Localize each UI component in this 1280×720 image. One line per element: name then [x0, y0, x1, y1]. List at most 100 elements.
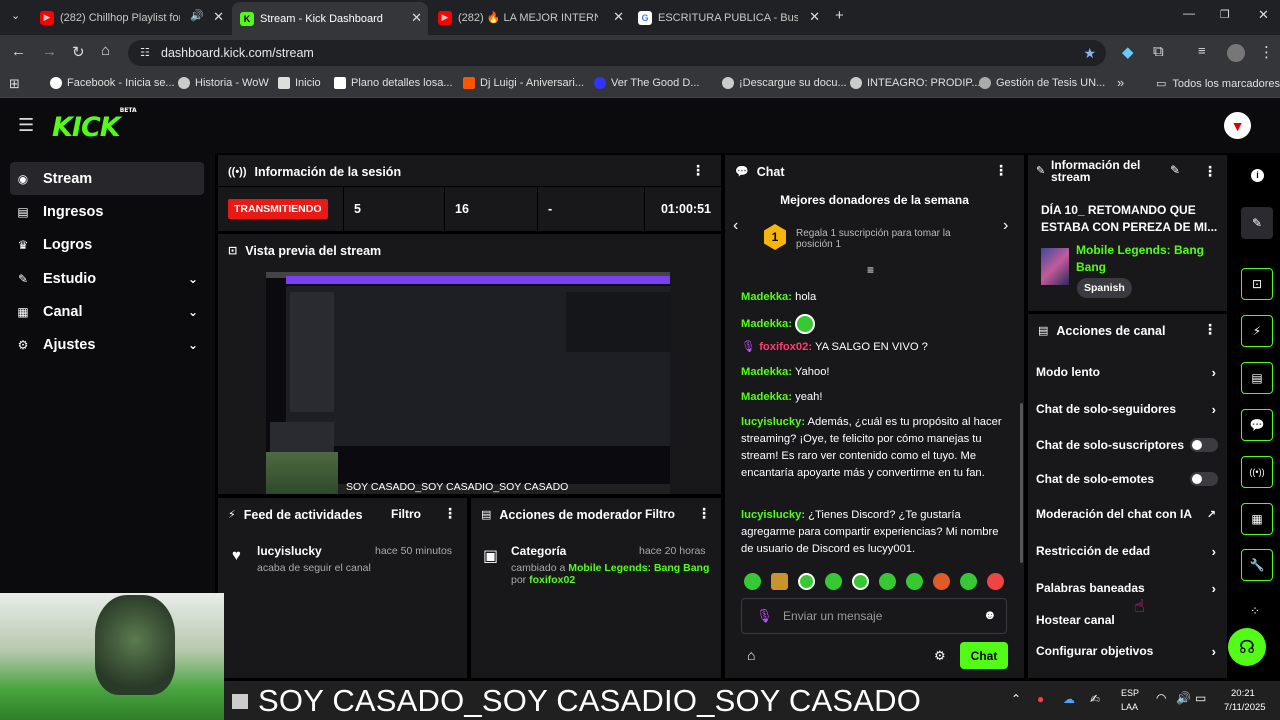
moderator-user-link[interactable]: foxifox02: [529, 574, 575, 586]
chat-menu-icon[interactable]: ⋮: [994, 162, 1008, 179]
start-icon[interactable]: [232, 694, 248, 709]
chevron-left-icon[interactable]: ‹: [733, 217, 738, 235]
emote-icon[interactable]: [960, 573, 977, 590]
back-icon[interactable]: ←: [11, 43, 26, 60]
browser-tab-3[interactable]: ▶ (282) 🔥 LA MEJOR INTERNACI ✕: [430, 4, 630, 31]
sidebar-item-ajustes[interactable]: ⚙ Ajustes ⌄: [10, 328, 204, 361]
site-info-icon[interactable]: ☷: [140, 40, 150, 66]
emotes-only-toggle[interactable]: [1190, 472, 1218, 486]
chat-input[interactable]: 🎙 Enviar un mensaje ☻: [741, 598, 1007, 634]
sidebar-item-ingresos[interactable]: ▤ Ingresos: [10, 195, 204, 228]
emote-icon[interactable]: [744, 573, 761, 590]
kick-logo[interactable]: KICKBETA: [52, 107, 137, 143]
rail-edit-button[interactable]: ✎: [1241, 207, 1273, 239]
sidebar-item-logros[interactable]: ♛ Logros: [10, 228, 204, 261]
emote-icon[interactable]: [798, 573, 815, 590]
action-host-channel[interactable]: Hostear canal: [1036, 610, 1222, 630]
action-ai-moderation[interactable]: Moderación del chat con IA ↗: [1036, 504, 1222, 524]
bookmark-item[interactable]: Plano detalles losa...: [334, 77, 453, 89]
tray-chevron-icon[interactable]: ⌃: [1011, 692, 1021, 706]
action-slow-mode[interactable]: Modo lento ›: [1036, 362, 1222, 382]
bookmark-item[interactable]: Ver The Good D...: [594, 77, 699, 89]
session-menu-icon[interactable]: ⋮: [691, 162, 705, 179]
emote-icon[interactable]: [771, 573, 788, 590]
emote-icon[interactable]: [933, 573, 950, 590]
rail-tools-button[interactable]: 🔧: [1241, 549, 1273, 581]
chat-scrollbar[interactable]: [1020, 403, 1023, 563]
rail-broadcast-button[interactable]: ((•)): [1241, 456, 1273, 488]
tray-lang[interactable]: ESP: [1121, 688, 1139, 698]
stream-video[interactable]: SOY CASADO_SOY CASADIO_SOY CASADO: [266, 272, 670, 494]
activity-filter-button[interactable]: Filtro: [391, 507, 421, 521]
apps-grid-icon[interactable]: ⊞: [9, 76, 20, 92]
browser-tab-2[interactable]: K Stream - Kick Dashboard ✕: [232, 2, 428, 35]
browser-tab-4[interactable]: G ESCRITURA PUBLICA - Buscar c ✕: [630, 4, 826, 31]
emote-icon[interactable]: [906, 573, 923, 590]
close-tab-icon[interactable]: ✕: [809, 9, 820, 25]
edit-icon[interactable]: ✎: [1170, 163, 1180, 177]
bookmark-item[interactable]: Dj Luigi - Aniversari...: [463, 77, 584, 89]
bookmark-item[interactable]: INTEAGRO: PRODIP...: [850, 77, 981, 89]
battery-icon[interactable]: ▭: [1195, 691, 1206, 705]
rail-lightning-button[interactable]: ⚡: [1241, 315, 1273, 347]
close-tab-icon[interactable]: ✕: [213, 9, 224, 25]
onedrive-icon[interactable]: ☁: [1063, 692, 1075, 706]
home-icon[interactable]: ⌂: [101, 42, 110, 59]
address-bar[interactable]: ☷ dashboard.kick.com/stream ★: [128, 40, 1106, 66]
action-followers-only[interactable]: Chat de solo-seguidores ›: [1036, 399, 1222, 419]
bookmark-star-icon[interactable]: ★: [1083, 40, 1096, 66]
info-icon[interactable]: i: [1251, 169, 1264, 182]
moderator-filter-button[interactable]: Filtro: [645, 507, 675, 521]
action-age-restriction[interactable]: Restricción de edad ›: [1036, 541, 1222, 561]
sidebar-item-canal[interactable]: ▦ Canal ⌄: [10, 295, 204, 328]
subscribers-only-toggle[interactable]: [1190, 438, 1218, 452]
more-bookmarks-icon[interactable]: »: [1117, 75, 1124, 90]
moderator-category-link[interactable]: Mobile Legends: Bang Bang: [568, 562, 709, 574]
channel-actions-menu-icon[interactable]: ⋮: [1203, 321, 1217, 338]
store-icon[interactable]: ⌂: [747, 647, 755, 663]
close-tab-icon[interactable]: ✕: [613, 9, 624, 25]
new-tab-icon[interactable]: +: [835, 7, 844, 24]
action-banned-words[interactable]: Palabras baneadas ›: [1036, 578, 1222, 598]
minimize-icon[interactable]: —: [1183, 6, 1195, 20]
rail-capture-button[interactable]: ⊡: [1241, 268, 1273, 300]
browser-menu-icon[interactable]: ⋮: [1259, 43, 1274, 61]
tab-search-icon[interactable]: ⌄: [11, 9, 20, 22]
activity-menu-icon[interactable]: ⋮: [443, 505, 457, 522]
sidebar-item-stream[interactable]: ◉ Stream: [10, 162, 204, 195]
browser-tab-1[interactable]: ▶ (282) Chillhop Playlist for W 🔊 ✕: [32, 4, 230, 31]
bookmark-item[interactable]: ¡Descargue su docu...: [722, 77, 847, 89]
hamburger-menu-icon[interactable]: ☰: [18, 115, 34, 136]
volume-icon[interactable]: 🔊: [1176, 691, 1191, 705]
moderator-menu-icon[interactable]: ⋮: [697, 505, 711, 522]
pen-icon[interactable]: ✍: [1090, 692, 1100, 706]
chevron-right-icon[interactable]: ›: [1003, 217, 1008, 235]
bookmark-item[interactable]: Gestión de Tesis UN...: [979, 77, 1105, 89]
chat-send-button[interactable]: Chat: [960, 642, 1008, 669]
extensions-puzzle-icon[interactable]: ⧉: [1153, 43, 1164, 60]
restore-icon[interactable]: ❐: [1220, 8, 1230, 21]
media-control-icon[interactable]: ≡: [1198, 43, 1206, 58]
collapse-icon[interactable]: ≡: [867, 263, 874, 277]
emoji-icon[interactable]: ☻: [983, 607, 997, 622]
tray-time[interactable]: 20:21: [1231, 688, 1255, 699]
action-emotes-only[interactable]: Chat de solo-emotes: [1036, 469, 1222, 489]
window-close-icon[interactable]: ✕: [1258, 7, 1269, 23]
emote-icon[interactable]: [879, 573, 896, 590]
close-tab-icon[interactable]: ✕: [411, 10, 422, 26]
support-headset-button[interactable]: ☊: [1228, 628, 1266, 666]
bookmark-item[interactable]: Historia - WoW: [178, 77, 269, 89]
bookmark-item[interactable]: Facebook - Inicia se...: [50, 77, 175, 89]
stream-category-link[interactable]: Mobile Legends: Bang Bang: [1076, 242, 1221, 276]
forward-icon[interactable]: →: [42, 43, 57, 60]
tray-date[interactable]: 7/11/2025: [1224, 702, 1266, 713]
bookmark-item[interactable]: Inicio: [278, 77, 321, 89]
reload-icon[interactable]: ↻: [72, 43, 85, 61]
rail-moderator-button[interactable]: ▦: [1241, 503, 1273, 535]
stream-info-menu-icon[interactable]: ⋮: [1203, 163, 1217, 180]
all-bookmarks[interactable]: ▭ Todos los marcadores: [1156, 77, 1280, 91]
chat-settings-icon[interactable]: ⚙: [934, 648, 946, 664]
profile-avatar[interactable]: [1227, 44, 1245, 62]
rail-chat-button[interactable]: 💬: [1241, 409, 1273, 441]
emote-icon[interactable]: [852, 573, 869, 590]
